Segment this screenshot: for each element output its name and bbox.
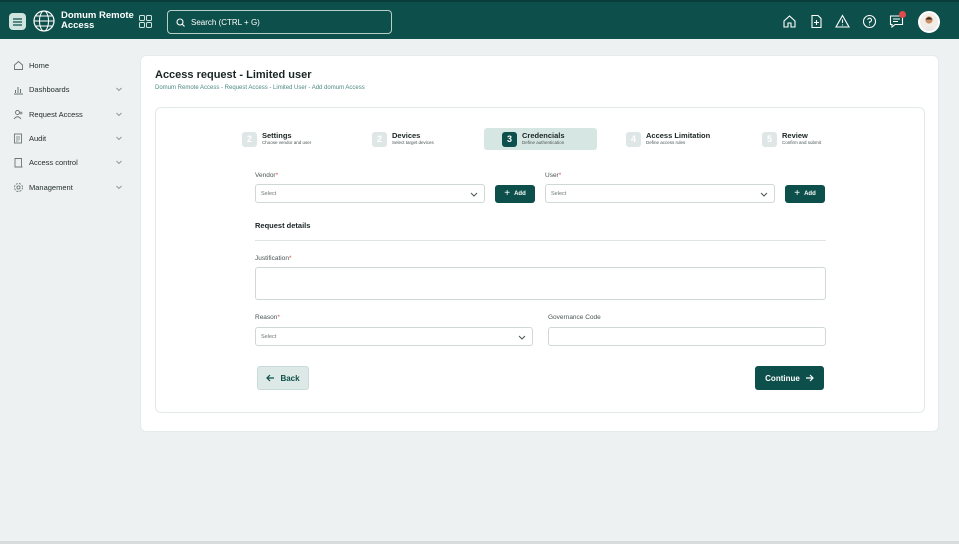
step-credencials[interactable]: 3 Credencials Define authentication [484, 128, 597, 150]
document-icon[interactable] [809, 14, 824, 29]
user-add-icon [13, 109, 23, 119]
chevron-down-icon [116, 160, 122, 165]
home-icon [14, 60, 23, 70]
help-icon[interactable] [862, 14, 877, 29]
sidebar-item-home[interactable]: Home [13, 58, 128, 72]
user-avatar-icon [922, 16, 936, 31]
notification-badge [899, 11, 906, 18]
sidebar-item-management[interactable]: Management [13, 180, 128, 194]
alert-icon[interactable] [835, 14, 850, 29]
step-devices[interactable]: 2 Devices Select target devices [372, 128, 434, 150]
sidebar-item-audit[interactable]: Audit [13, 131, 128, 145]
user-select-value: Select [551, 190, 567, 197]
request-form-panel: 2 Settings Choose vendor and user 2 Devi… [155, 107, 925, 413]
chevron-down-icon [470, 192, 478, 197]
step-label: Credencials [522, 131, 565, 140]
lock-icon [14, 157, 23, 167]
vendor-label: Vendor* [255, 172, 279, 179]
sidebar-item-label: Home [29, 60, 50, 70]
sidebar-item-dashboards[interactable]: Dashboards [13, 82, 128, 96]
avatar[interactable] [918, 11, 940, 33]
step-review[interactable]: 5 Review Confirm and submit [762, 128, 821, 150]
step-description: Select target devices [392, 140, 434, 145]
reason-select[interactable]: Select [255, 327, 533, 346]
step-label: Settings [262, 131, 292, 140]
step-settings[interactable]: 2 Settings Choose vendor and user [242, 128, 311, 150]
step-label: Devices [392, 131, 421, 140]
gear-icon [14, 182, 23, 192]
step-number: 3 [502, 131, 517, 147]
sidebar-item-label: Management [29, 182, 73, 192]
search-icon [176, 17, 185, 27]
breadcrumb[interactable]: Domum Remote Access - Request Access - L… [155, 85, 365, 91]
justification-textarea[interactable] [255, 267, 826, 300]
arrow-right-icon [805, 374, 814, 382]
sidebar-item-request-access[interactable]: Request Access [13, 107, 128, 121]
reason-label: Reason* [255, 314, 280, 321]
plus-icon: + [794, 188, 801, 199]
chevron-down-icon [116, 136, 122, 141]
audit-icon [14, 133, 22, 143]
step-access-limitation[interactable]: 4 Access Limitation Define access rules [626, 128, 710, 150]
chevron-down-icon [116, 87, 122, 92]
add-user-button[interactable]: + Add [785, 185, 825, 203]
justification-label: Justification* [255, 255, 292, 262]
chevron-down-icon [760, 192, 768, 197]
step-description: Confirm and submit [782, 140, 822, 145]
plus-icon: + [504, 188, 511, 199]
chevron-down-icon [116, 112, 122, 117]
step-number: 5 [762, 131, 777, 147]
chevron-down-icon [116, 185, 122, 190]
globe-logo-icon [33, 10, 55, 32]
sidebar-item-label: Access control [29, 157, 78, 167]
reason-select-value: Select [261, 333, 277, 340]
sidebar-item-access-control[interactable]: Access control [13, 155, 128, 169]
sidebar-item-label: Audit [29, 133, 47, 143]
add-vendor-button[interactable]: + Add [495, 185, 535, 203]
back-button[interactable]: Back [257, 366, 309, 390]
step-number: 2 [242, 131, 257, 147]
main-card: Access request - Limited user Domum Remo… [140, 55, 939, 432]
step-description: Define access rules [646, 140, 686, 145]
sidebar-item-label: Request Access [29, 109, 83, 119]
search-placeholder: Search (CTRL + G) [191, 17, 260, 27]
step-description: Choose vendor and user [262, 140, 312, 145]
home-icon[interactable] [782, 14, 797, 29]
top-bar: Domum Remote Access Search (CTRL + G) [0, 0, 959, 39]
section-title: Request details [255, 221, 311, 230]
sidebar-item-label: Dashboards [29, 84, 70, 94]
app-title: Domum Remote Access [61, 10, 134, 31]
chart-icon [14, 86, 23, 94]
apps-grid-icon[interactable] [139, 15, 152, 28]
hamburger-icon [13, 17, 22, 26]
section-divider [255, 240, 826, 241]
user-label: User* [545, 172, 562, 179]
step-description: Define authentication [522, 140, 565, 145]
governance-code-input[interactable] [548, 327, 826, 346]
step-number: 2 [372, 131, 387, 147]
arrow-left-icon [266, 374, 275, 382]
user-select[interactable]: Select [545, 184, 775, 203]
step-label: Review [782, 131, 808, 140]
menu-toggle-button[interactable] [9, 13, 26, 30]
vendor-select[interactable]: Select [255, 184, 485, 203]
page-title: Access request - Limited user [155, 69, 312, 81]
governance-code-label: Governance Code [548, 314, 601, 321]
step-label: Access Limitation [646, 131, 711, 140]
search-input[interactable]: Search (CTRL + G) [167, 10, 392, 34]
continue-button[interactable]: Continue [755, 366, 824, 390]
vendor-select-value: Select [261, 190, 277, 197]
chevron-down-icon [518, 335, 526, 340]
step-number: 4 [626, 131, 641, 147]
